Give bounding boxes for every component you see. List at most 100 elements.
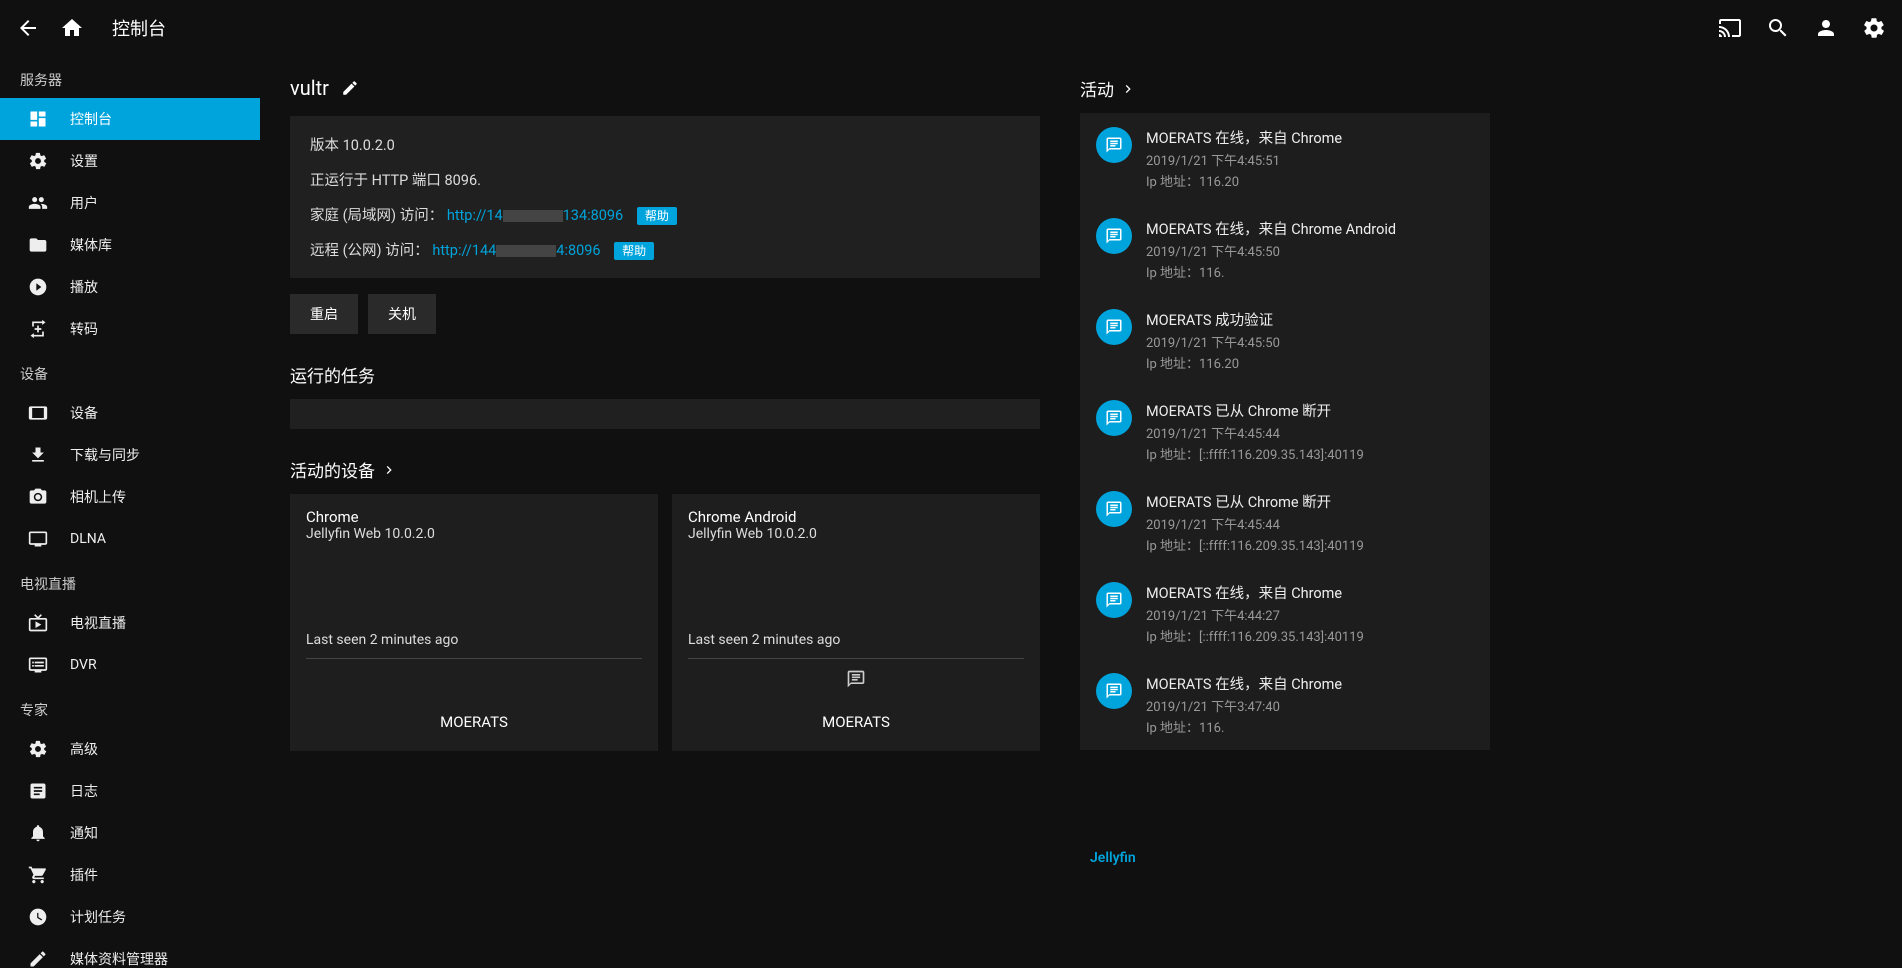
activity-item[interactable]: MOERATS 在线，来自 Chrome 2019/1/21 下午4:45:51… [1080,113,1490,204]
activity-title: MOERATS 在线，来自 Chrome [1146,582,1474,603]
wan-url-link[interactable]: http://1444:8096 [432,242,600,259]
activity-chat-icon [1096,309,1132,345]
home-button[interactable] [60,16,84,40]
sidebar-item-DLNA[interactable]: DLNA [0,518,260,560]
folder-icon [28,235,48,255]
activity-item[interactable]: MOERATS 在线，来自 Chrome Android 2019/1/21 下… [1080,204,1490,295]
shutdown-button[interactable]: 关机 [368,294,436,334]
device-name: Chrome [306,508,642,526]
sidebar-item-label: DVR [70,657,97,673]
sidebar-item-转码[interactable]: 转码 [0,308,260,350]
restart-button[interactable]: 重启 [290,294,358,334]
sidebar-item-计划任务[interactable]: 计划任务 [0,896,260,938]
activity-item[interactable]: MOERATS 成功验证 2019/1/21 下午4:45:50 Ip 地址：1… [1080,295,1490,386]
activity-title: MOERATS 已从 Chrome 断开 [1146,400,1474,421]
activity-item[interactable]: MOERATS 已从 Chrome 断开 2019/1/21 下午4:45:44… [1080,477,1490,568]
jellyfin-link[interactable]: Jellyfin [1090,850,1136,866]
activity-chat-icon [1096,127,1132,163]
sidebar-item-DVR[interactable]: DVR [0,644,260,686]
sidebar-section-header: 服务器 [0,56,260,98]
running-tasks-header: 运行的任务 [290,362,1040,387]
activity-item[interactable]: MOERATS 已从 Chrome 断开 2019/1/21 下午4:45:44… [1080,386,1490,477]
sidebar-item-label: 插件 [70,865,98,885]
active-devices-header[interactable]: 活动的设备 [290,457,1040,482]
sidebar-item-label: 设置 [70,151,98,171]
device-app: Jellyfin Web 10.0.2.0 [306,526,642,542]
sidebar-section-header: 电视直播 [0,560,260,602]
gear-icon [28,739,48,759]
user-icon[interactable] [1814,16,1838,40]
sidebar-item-媒体资料管理器[interactable]: 媒体资料管理器 [0,938,260,968]
bell-icon [28,823,48,843]
sidebar-item-高级[interactable]: 高级 [0,728,260,770]
activity-item[interactable]: MOERATS 在线，来自 Chrome 2019/1/21 下午4:44:27… [1080,568,1490,659]
sidebar-item-label: 媒体库 [70,235,112,255]
back-button[interactable] [16,16,40,40]
device-card[interactable]: Chrome Android Jellyfin Web 10.0.2.0 Las… [672,494,1040,751]
sidebar-item-设备[interactable]: 设备 [0,392,260,434]
sidebar-item-相机上传[interactable]: 相机上传 [0,476,260,518]
camera-icon [28,487,48,507]
activity-time: 2019/1/21 下午3:47:40 [1146,696,1474,715]
file-icon [28,781,48,801]
sidebar-item-label: 下载与同步 [70,445,140,465]
running-port-label: 正运行于 HTTP 端口 8096. [310,169,1020,190]
dlna-icon [28,529,48,549]
activity-time: 2019/1/21 下午4:45:51 [1146,150,1474,169]
settings-icon[interactable] [1862,16,1886,40]
activity-chat-icon [1096,491,1132,527]
message-icon[interactable] [688,659,1024,695]
activity-list: MOERATS 在线，来自 Chrome 2019/1/21 下午4:45:51… [1080,113,1490,750]
activity-header[interactable]: 活动 [1080,76,1490,101]
activity-ip: Ip 地址：116. [1146,262,1474,281]
search-icon[interactable] [1766,16,1790,40]
livetv-icon [28,613,48,633]
activity-title: MOERATS 已从 Chrome 断开 [1146,491,1474,512]
sidebar-item-播放[interactable]: 播放 [0,266,260,308]
activity-ip: Ip 地址：[::ffff:116.209.35.143]:40119 [1146,626,1474,645]
sidebar: 服务器控制台设置用户媒体库播放转码设备设备下载与同步相机上传DLNA电视直播电视… [0,56,260,968]
device-card[interactable]: Chrome Jellyfin Web 10.0.2.0 Last seen 2… [290,494,658,751]
edit-server-name-icon[interactable] [341,79,359,97]
activity-ip: Ip 地址：[::ffff:116.209.35.143]:40119 [1146,444,1474,463]
activity-ip: Ip 地址：116. [1146,717,1474,736]
help-badge[interactable]: 帮助 [614,242,654,260]
activity-time: 2019/1/21 下午4:45:44 [1146,423,1474,442]
sidebar-item-下载与同步[interactable]: 下载与同步 [0,434,260,476]
activity-chat-icon [1096,400,1132,436]
cast-icon[interactable] [1718,16,1742,40]
cart-icon [28,865,48,885]
activity-chat-icon [1096,218,1132,254]
sidebar-item-label: 计划任务 [70,907,126,927]
sidebar-item-插件[interactable]: 插件 [0,854,260,896]
activity-chat-icon [1096,582,1132,618]
lan-url-link[interactable]: http://14134:8096 [447,207,623,224]
activity-time: 2019/1/21 下午4:45:50 [1146,332,1474,351]
clock-icon [28,907,48,927]
chevron-right-icon [1120,81,1136,97]
device-user: MOERATS [688,695,1024,737]
sidebar-item-label: 用户 [70,193,98,213]
sidebar-item-日志[interactable]: 日志 [0,770,260,812]
sidebar-item-设置[interactable]: 设置 [0,140,260,182]
activity-item[interactable]: MOERATS 在线，来自 Chrome 2019/1/21 下午3:47:40… [1080,659,1490,750]
activity-title: MOERATS 在线，来自 Chrome [1146,127,1474,148]
device-lastseen: Last seen 2 minutes ago [688,632,1024,659]
sidebar-item-用户[interactable]: 用户 [0,182,260,224]
sidebar-item-label: 控制台 [70,109,112,129]
sidebar-item-电视直播[interactable]: 电视直播 [0,602,260,644]
server-name: vultr [290,76,329,100]
pencil-icon [28,949,48,968]
tablet-icon [28,403,48,423]
version-label: 版本 10.0.2.0 [310,134,1020,155]
dvr-icon [28,655,48,675]
sidebar-item-label: DLNA [70,531,106,547]
help-badge[interactable]: 帮助 [637,207,677,225]
lan-access-line: 家庭 (局域网) 访问： http://14134:8096 帮助 [310,204,1020,225]
sidebar-item-控制台[interactable]: 控制台 [0,98,260,140]
topbar: 控制台 [0,0,1902,56]
sidebar-item-媒体库[interactable]: 媒体库 [0,224,260,266]
sidebar-item-通知[interactable]: 通知 [0,812,260,854]
download-icon [28,445,48,465]
activity-title: MOERATS 在线，来自 Chrome Android [1146,218,1474,239]
